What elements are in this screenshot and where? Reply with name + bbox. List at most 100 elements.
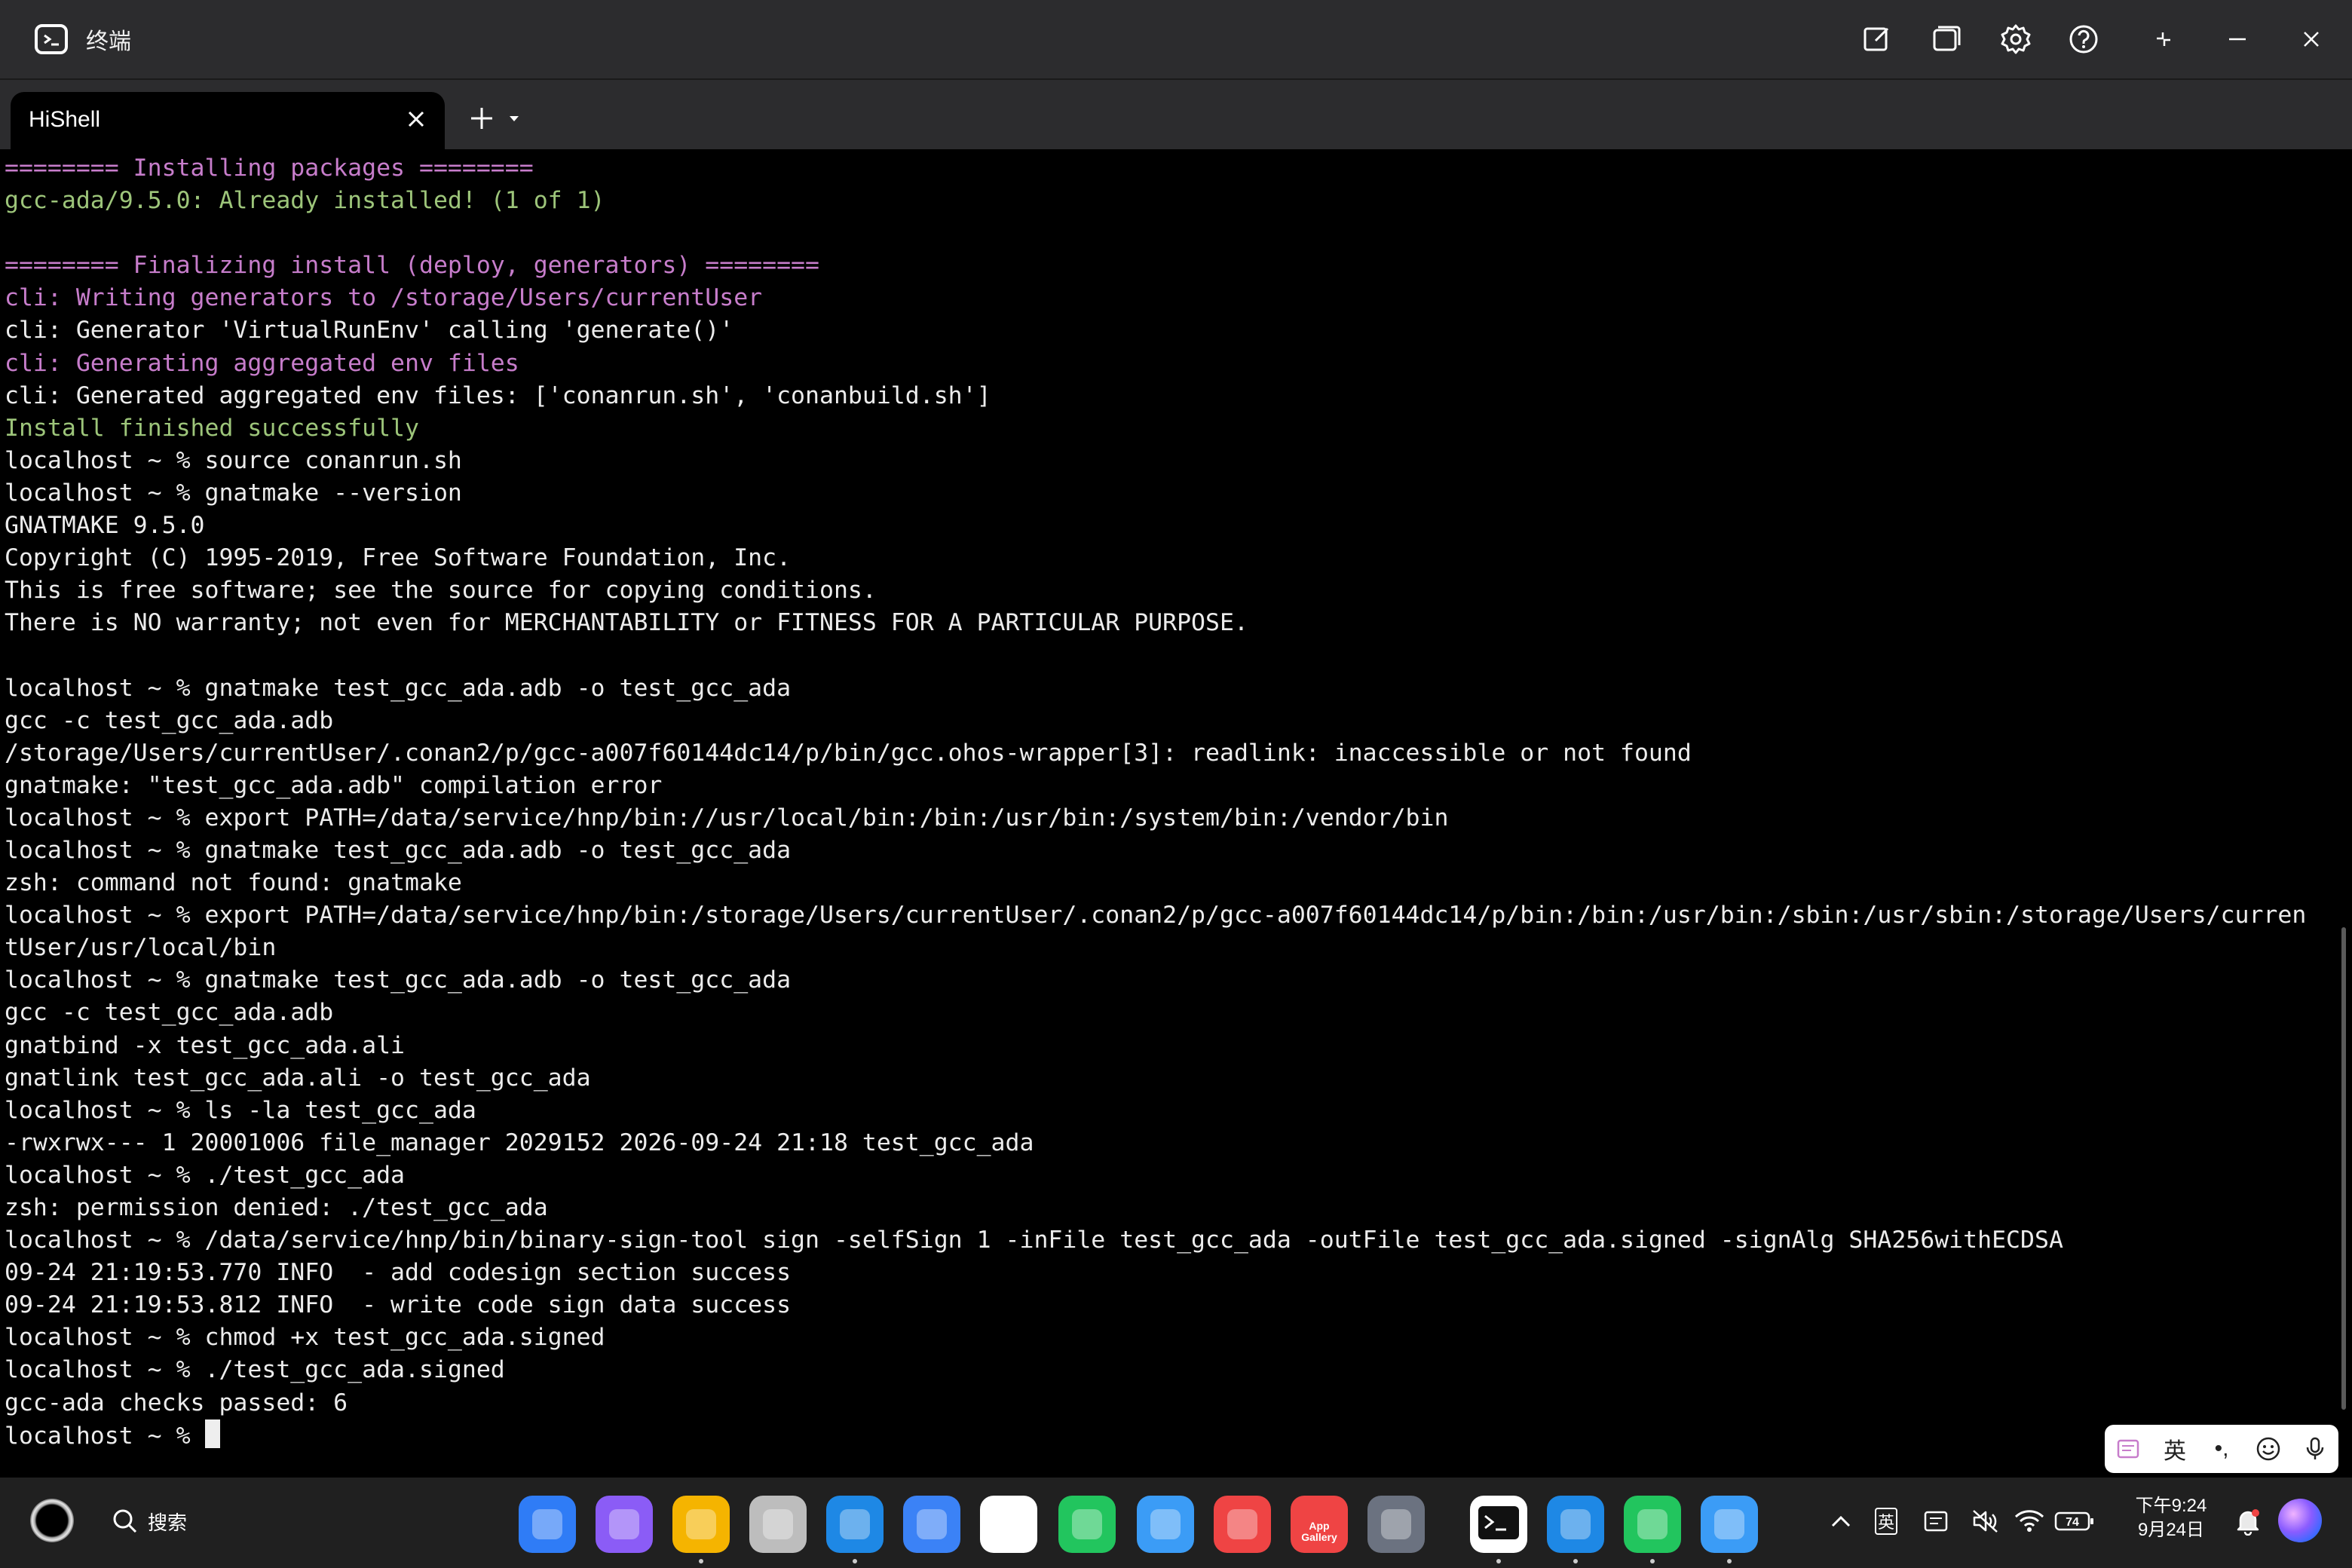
restore-button[interactable] [2142,18,2185,60]
video-icon [1560,1509,1591,1539]
terminal-line: localhost ~ % export PATH=/data/service/… [5,804,1449,831]
dock-app-gallery[interactable] [980,1496,1037,1553]
dock-app-files[interactable] [672,1496,730,1553]
search-button[interactable]: 搜索 [112,1505,187,1538]
battery-icon: 74 [2054,1511,2093,1531]
terminal-prompt: localhost ~ % [5,1422,205,1450]
chevron-up-icon [1831,1515,1851,1527]
wifi-icon [2014,1510,2044,1532]
terminal-line: gnatbind -x test_gcc_ada.ali [5,1031,406,1059]
dock-app-video[interactable] [1547,1496,1604,1553]
clock[interactable]: 下午9:24 9月24日 [2127,1494,2215,1542]
tray-battery[interactable]: 74 [2053,1503,2097,1539]
running-indicator [699,1559,703,1563]
clipboard-icon [2117,1439,2139,1459]
plus-icon [471,108,492,129]
terminal-line: localhost ~ % chmod +x test_gcc_ada.sign… [5,1324,605,1352]
tray-clipboard-button[interactable] [1919,1503,1952,1539]
restore-icon [2157,32,2170,46]
dock-app-appgallery[interactable]: App Gallery [1291,1496,1348,1553]
ime-clipboard-button[interactable] [2109,1430,2147,1468]
tab-bar: HiShell [0,80,2352,149]
dock-app-file-manager[interactable] [1701,1496,1758,1553]
dock-app-multitask[interactable] [596,1496,653,1553]
clock-time: 下午9:24 [2135,1496,2207,1516]
scrollbar-thumb[interactable] [2341,927,2346,1410]
edit-icon [1864,27,1889,51]
messages-icon [1072,1509,1102,1539]
ime-toolbar: 英 •, [2105,1425,2338,1473]
tray-wifi[interactable] [2011,1503,2047,1539]
dock-app-terminal[interactable] [1470,1496,1527,1553]
minimize-icon [2229,38,2246,41]
help-button[interactable] [2063,18,2105,60]
terminal-line: zsh: command not found: gnatmake [5,869,462,897]
terminal-line: gnatmake: "test_gcc_ada.adb" compilation… [5,771,663,799]
multi-window-icon [1933,26,1961,51]
tray-input-language[interactable]: 英 [1870,1503,1903,1539]
file-manager-icon [1714,1509,1744,1539]
ime-language-toggle[interactable]: 英 [2156,1430,2194,1468]
tab-close-button[interactable] [401,104,431,134]
window-title: 终端 [86,29,131,54]
terminal-output[interactable]: ======== Installing packages ======== gcc… [0,149,2337,1461]
dock-app-browser[interactable] [826,1496,884,1553]
dock-app-app-center[interactable] [519,1496,576,1553]
terminal-line: -rwxrwx--- 1 20001006 file_manager 20291… [5,1129,1034,1156]
terminal-line: localhost ~ % gnatmake test_gcc_ada.adb … [5,674,792,702]
terminal-line: Copyright (C) 1995-2019, Free Software F… [5,544,792,572]
terminal-line: gcc -c test_gcc_ada.adb [5,999,334,1027]
dock-app-music[interactable] [1137,1496,1194,1553]
terminal-line: cli: Generator 'VirtualRunEnv' calling '… [5,317,734,345]
ime-emoji-button[interactable] [2249,1430,2287,1468]
title-bar: 终端 [0,0,2352,80]
dock-app-books[interactable] [1214,1496,1271,1553]
terminal-line: localhost ~ % ls -la test_gcc_ada [5,1096,476,1124]
dock-app-settings[interactable] [1367,1496,1425,1553]
terminal-line: gcc -c test_gcc_ada.adb [5,706,334,734]
terminal-line: 09-24 21:19:53.770 INFO - add codesign s… [5,1259,792,1287]
wechat-icon [1637,1509,1668,1539]
start-button[interactable] [30,1499,74,1542]
new-tab-button[interactable] [466,103,498,134]
terminal-line: 09-24 21:19:53.812 INFO - write code sig… [5,1291,792,1319]
running-indicator [1727,1559,1732,1563]
dock-app-messages[interactable] [1058,1496,1116,1553]
minimize-button[interactable] [2216,18,2259,60]
terminal-line: gcc-ada/9.5.0: Already installed! (1 of … [5,187,605,215]
volume-muted-icon [1973,1510,1998,1533]
tray-expand-button[interactable] [1826,1503,1856,1539]
terminal-line: localhost ~ % ./test_gcc_ada [5,1161,406,1189]
terminal-line: localhost ~ % export PATH=/data/service/… [5,902,2307,929]
multi-window-button[interactable] [1925,18,1968,60]
terminal-prompt-line[interactable]: localhost ~ % [5,1419,2306,1452]
dock-app-trash[interactable] [749,1496,807,1553]
emoji-icon [2256,1437,2280,1461]
notification-button[interactable] [2231,1503,2265,1539]
help-icon [2069,25,2098,54]
running-indicator [853,1559,857,1563]
edit-button[interactable] [1856,18,1898,60]
tray-volume-muted[interactable] [1969,1503,2002,1539]
terminal-line: gnatlink test_gcc_ada.ali -o test_gcc_ad… [5,1064,591,1092]
close-button[interactable] [2290,18,2332,60]
settings-button[interactable] [1995,18,2037,60]
terminal-line: localhost ~ % /data/service/hnp/bin/bina… [5,1227,2063,1254]
terminal-icon [1476,1504,1521,1545]
tab-hishell[interactable]: HiShell [11,92,445,149]
ime-voice-button[interactable] [2296,1430,2334,1468]
new-tab-menu-button[interactable] [505,107,523,130]
close-icon [2304,32,2319,47]
dock-app-mail[interactable] [903,1496,960,1553]
bell-icon [2237,1509,2259,1536]
ime-punctuation-toggle[interactable]: •, [2203,1430,2240,1468]
assistant-orb[interactable] [2278,1499,2322,1542]
terminal-icon [35,24,68,54]
dock-app-wechat[interactable] [1624,1496,1681,1553]
terminal-line: /storage/Users/currentUser/.conan2/p/gcc… [5,739,1692,767]
terminal-line: Install finished successfully [5,414,419,442]
appgallery-icon: App Gallery [1301,1520,1337,1543]
gear-icon [2001,24,2031,54]
terminal-line: gcc-ada checks passed: 6 [5,1389,348,1416]
